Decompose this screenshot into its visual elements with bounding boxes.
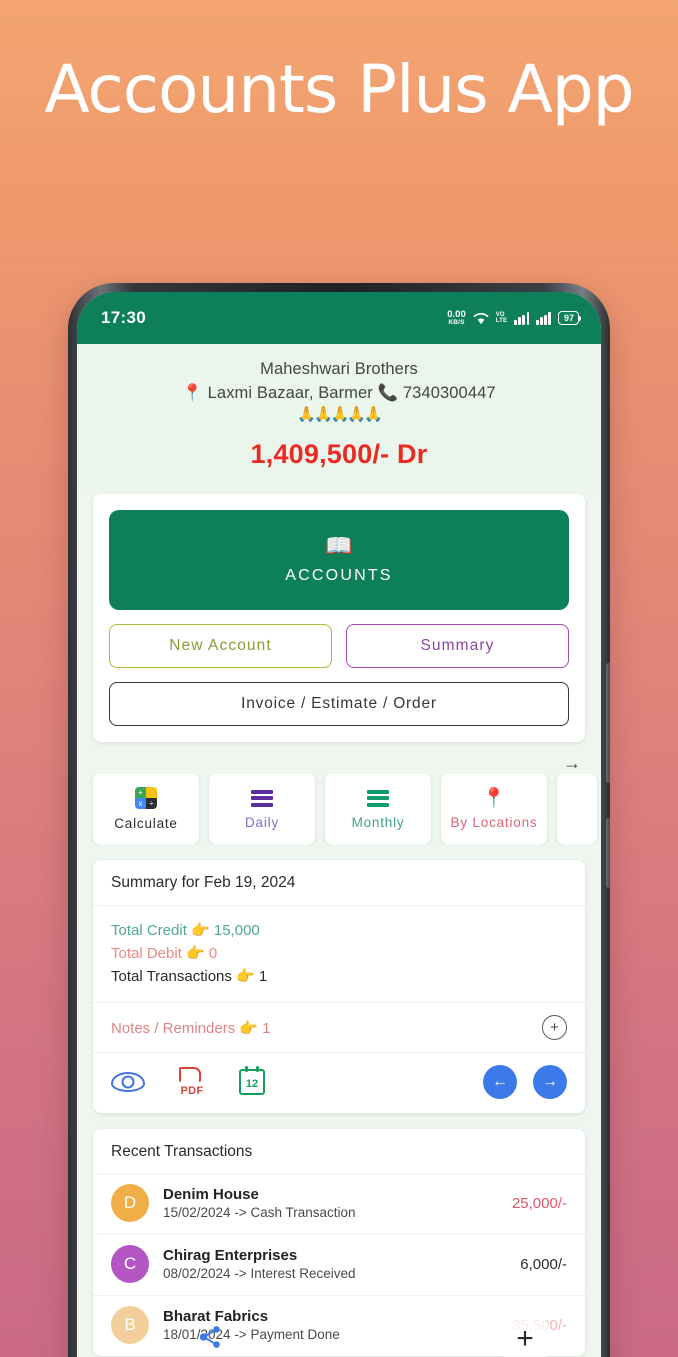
page-title: Accounts Plus App bbox=[44, 51, 634, 128]
chip-calculate[interactable]: + x ÷ Calculate bbox=[93, 774, 199, 844]
transaction-info: Chirag Enterprises 08/02/2024 -> Interes… bbox=[163, 1247, 506, 1281]
summary-tools-row: PDF 12 ← → bbox=[93, 1053, 585, 1113]
business-contact: 📍 Laxmi Bazaar, Barmer 📞 7340300447 bbox=[182, 384, 496, 402]
transaction-detail: 15/02/2024 -> Cash Transaction bbox=[163, 1205, 356, 1220]
chip-monthly-label: Monthly bbox=[351, 815, 405, 830]
transaction-detail: 08/02/2024 -> Interest Received bbox=[163, 1266, 356, 1281]
stack-green-icon bbox=[367, 788, 389, 808]
transaction-info: Denim House 15/02/2024 -> Cash Transacti… bbox=[163, 1186, 498, 1220]
eye-icon[interactable] bbox=[111, 1072, 145, 1092]
quick-actions-section: → + x ÷ Calculate Daily Monthly 📍 By Loc… bbox=[77, 754, 601, 844]
phone-screen: 17:30 0.00 KB/S VO LTE 97 Maheshwari Bro… bbox=[77, 292, 601, 1357]
notes-reminders-label: Notes / Reminders 👉 1 bbox=[111, 1019, 271, 1037]
chip-by-locations-label: By Locations bbox=[450, 814, 538, 830]
status-time: 17:30 bbox=[101, 308, 146, 327]
chip-next-partial[interactable] bbox=[557, 774, 597, 844]
quick-actions-chips[interactable]: + x ÷ Calculate Daily Monthly 📍 By Locati… bbox=[77, 774, 601, 844]
account-balance: 1,409,500/- Dr bbox=[250, 439, 428, 469]
share-icon[interactable] bbox=[196, 1323, 224, 1351]
total-transactions: Total Transactions 👉 1 bbox=[111, 968, 268, 985]
chip-daily-label: Daily bbox=[244, 815, 279, 830]
transaction-amount: 25,000/- bbox=[511, 1194, 567, 1212]
battery-indicator: 97 bbox=[557, 311, 582, 325]
network-speed-unit: KB/S bbox=[448, 318, 465, 326]
pdf-icon[interactable]: PDF bbox=[177, 1067, 207, 1097]
transaction-amount: 6,000/- bbox=[520, 1255, 567, 1273]
next-button[interactable]: → bbox=[533, 1065, 567, 1099]
invoice-estimate-order-button[interactable]: Invoice / Estimate / Order bbox=[109, 682, 569, 726]
accounts-card: 📖 ACCOUNTS New Account Summary Invoice /… bbox=[93, 494, 585, 742]
chip-daily[interactable]: Daily bbox=[209, 774, 315, 844]
notes-reminders-row[interactable]: Notes / Reminders 👉 1 + bbox=[93, 1003, 585, 1053]
account-actions-row: New Account Summary bbox=[109, 624, 569, 668]
chip-calculate-label: Calculate bbox=[114, 816, 178, 831]
volume-button[interactable] bbox=[606, 663, 610, 783]
volte-icon: VO LTE bbox=[495, 312, 508, 324]
power-button[interactable] bbox=[606, 818, 610, 888]
calendar-icon[interactable]: 12 bbox=[239, 1066, 265, 1095]
status-icons: 0.00 KB/S VO LTE 97 bbox=[447, 310, 582, 326]
avatar: B bbox=[111, 1306, 149, 1344]
chips-scroll-arrow-icon[interactable]: → bbox=[77, 754, 601, 774]
plus-circle-icon[interactable]: + bbox=[542, 1015, 567, 1040]
new-account-button[interactable]: New Account bbox=[109, 624, 332, 668]
accounts-button-label: ACCOUNTS bbox=[285, 567, 393, 584]
rating-emojis: 🙏🙏🙏🙏🙏 bbox=[297, 406, 382, 423]
recent-transactions-title: Recent Transactions bbox=[111, 1143, 253, 1160]
summary-button[interactable]: Summary bbox=[346, 624, 569, 668]
total-debit: Total Debit 👉 0 bbox=[111, 945, 218, 962]
total-credit: Total Credit 👉 15,000 bbox=[111, 922, 260, 939]
accounts-button[interactable]: 📖 ACCOUNTS bbox=[109, 510, 569, 610]
avatar: C bbox=[111, 1245, 149, 1283]
business-header: Maheshwari Brothers 📍 Laxmi Bazaar, Barm… bbox=[77, 344, 601, 490]
status-bar: 17:30 0.00 KB/S VO LTE 97 bbox=[77, 292, 601, 344]
location-pin-icon: 📍 bbox=[482, 787, 506, 809]
phone-mockup: 17:30 0.00 KB/S VO LTE 97 Maheshwari Bro… bbox=[68, 283, 610, 1357]
transaction-name: Chirag Enterprises bbox=[163, 1247, 298, 1264]
summary-card: Summary for Feb 19, 2024 Total Credit 👉 … bbox=[93, 860, 585, 1113]
stack-purple-icon bbox=[251, 788, 273, 808]
business-name: Maheshwari Brothers bbox=[260, 360, 418, 378]
table-row[interactable]: D Denim House 15/02/2024 -> Cash Transac… bbox=[93, 1173, 585, 1234]
network-speed-indicator: 0.00 KB/S bbox=[447, 310, 466, 326]
calculator-icon: + x ÷ bbox=[135, 787, 157, 809]
invoice-row: Invoice / Estimate / Order bbox=[109, 682, 569, 726]
summary-title: Summary for Feb 19, 2024 bbox=[93, 860, 585, 906]
chip-monthly[interactable]: Monthly bbox=[325, 774, 431, 844]
avatar: D bbox=[111, 1184, 149, 1222]
transaction-name: Denim House bbox=[163, 1186, 259, 1203]
table-row[interactable]: C Chirag Enterprises 08/02/2024 -> Inter… bbox=[93, 1234, 585, 1295]
wifi-icon bbox=[473, 312, 489, 324]
chip-by-locations[interactable]: 📍 By Locations bbox=[441, 774, 547, 844]
open-book-icon: 📖 bbox=[325, 533, 353, 558]
summary-body: Total Credit 👉 15,000 Total Debit 👉 0 To… bbox=[93, 906, 585, 1003]
summary-nav-buttons: ← → bbox=[483, 1065, 567, 1099]
signal-bars-icon-1 bbox=[514, 311, 530, 325]
signal-bars-icon-2 bbox=[536, 311, 551, 325]
previous-button[interactable]: ← bbox=[483, 1065, 517, 1099]
